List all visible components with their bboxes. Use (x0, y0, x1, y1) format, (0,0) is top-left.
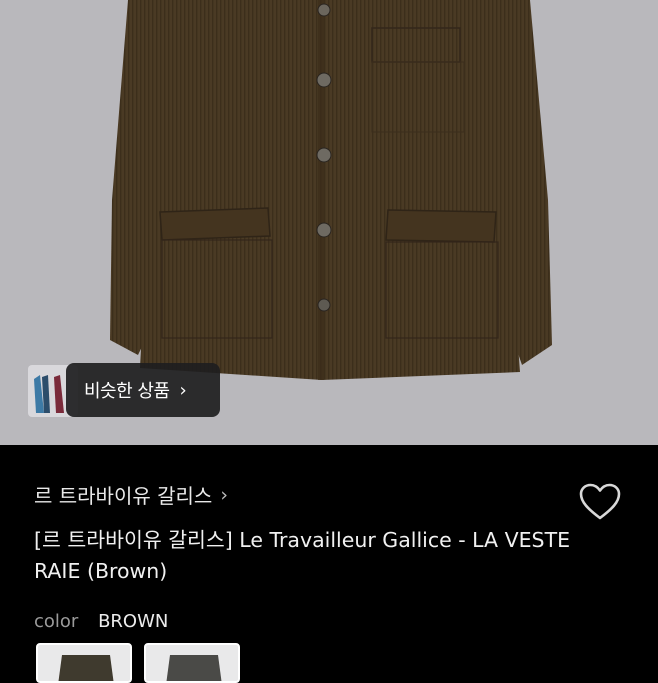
color-value: BROWN (98, 611, 169, 632)
chevron-right-icon: › (220, 483, 228, 506)
similar-products-button[interactable]: 비슷한 상품 › (66, 363, 220, 417)
brand-link[interactable]: 르 트라바이유 갈리스 › (34, 480, 228, 509)
color-swatch-2[interactable] (144, 643, 240, 683)
heart-icon[interactable] (578, 482, 622, 522)
color-option-row: color BROWN (34, 611, 168, 632)
product-image[interactable]: 비슷한 상품 › (0, 0, 658, 445)
color-swatch-1[interactable] (36, 643, 132, 683)
product-title: [르 트라바이유 갈리스] Le Travailleur Gallice - L… (34, 528, 571, 583)
chevron-right-icon: › (179, 379, 187, 401)
similar-products-label: 비슷한 상품 (84, 381, 170, 402)
color-label: color (34, 611, 79, 632)
brand-name: 르 트라바이유 갈리스 (34, 484, 213, 508)
